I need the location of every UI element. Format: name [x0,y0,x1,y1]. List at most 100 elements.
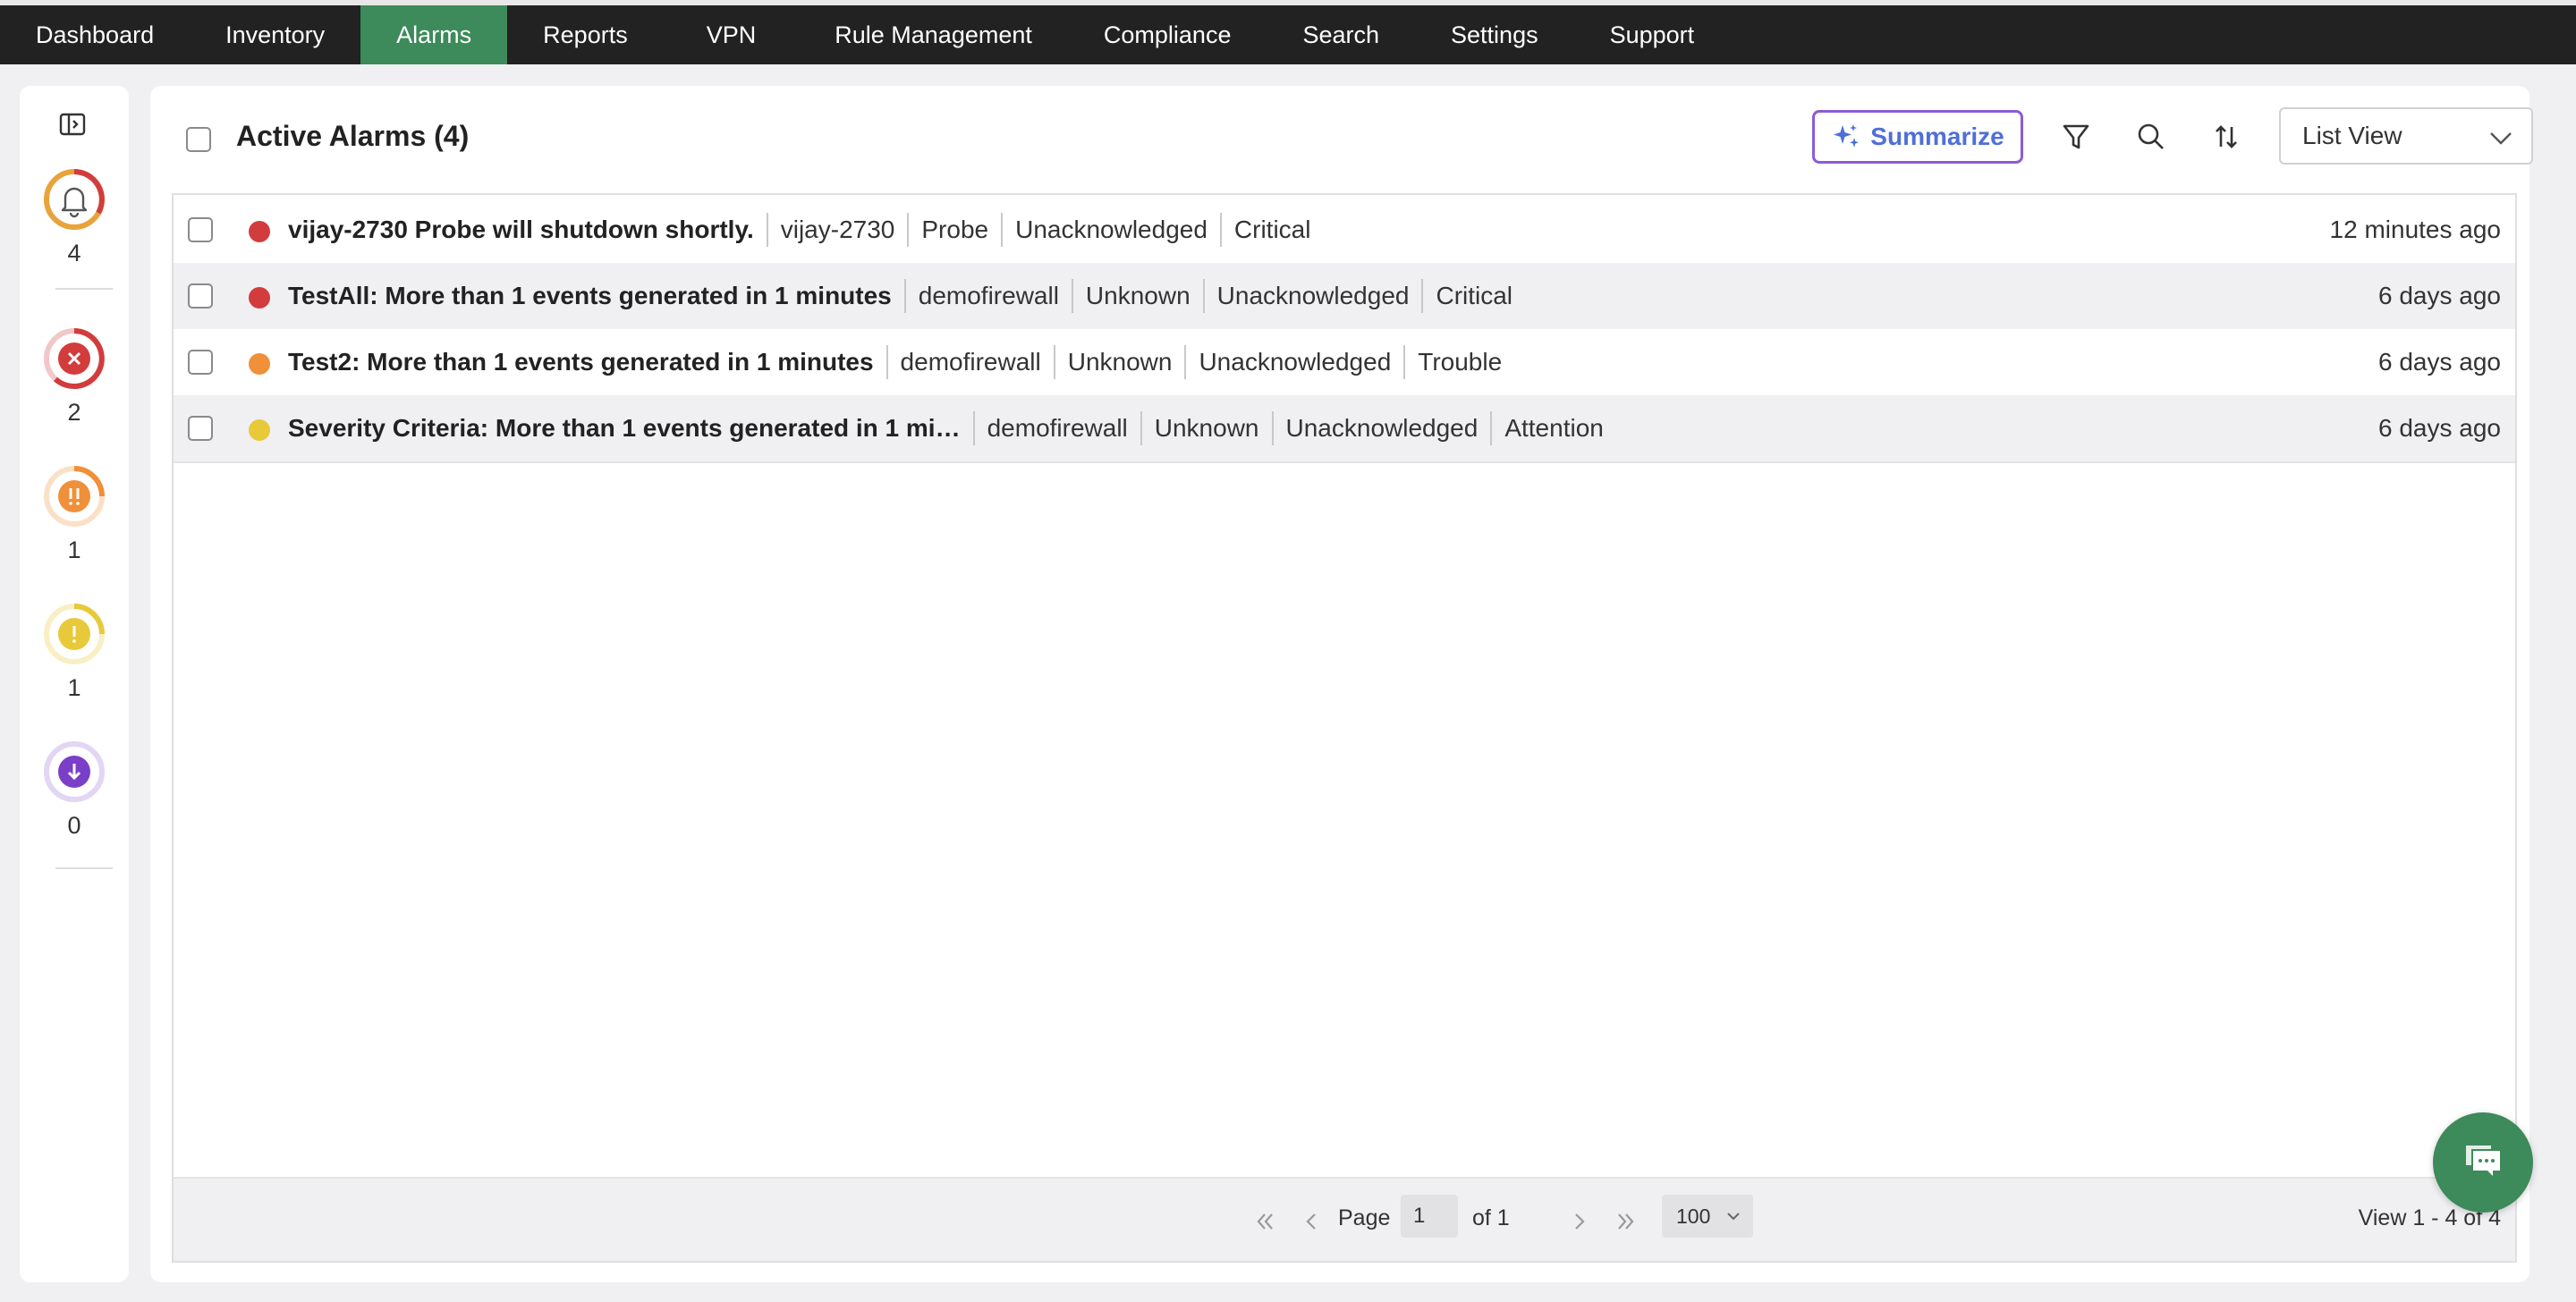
select-all-checkbox[interactable] [186,127,211,152]
chevron-down-icon [2490,132,2512,145]
row-checkbox[interactable] [188,350,213,375]
bell-icon [44,169,105,230]
nav-dashboard[interactable]: Dashboard [0,5,190,64]
alarm-status: Unacknowledged [1216,282,1410,309]
chat-button[interactable] [2433,1112,2533,1213]
alarm-severity: Trouble [1418,348,1503,376]
table-row[interactable]: Severity Criteria: More than 1 events ge… [174,395,2515,461]
table-row[interactable]: TestAll: More than 1 events generated in… [174,263,2515,329]
nav-rule-management[interactable]: Rule Management [799,5,1068,64]
sort-icon[interactable] [2209,120,2243,154]
alarm-time: 12 minutes ago [2329,216,2501,243]
next-page-icon[interactable] [1567,1209,1592,1234]
cell-separator [1053,345,1055,379]
alarm-status: Unacknowledged [1285,414,1479,442]
alarms-panel: Active Alarms (4) Summarize List View vi… [150,86,2533,1282]
page-size-value: 100 [1676,1204,1711,1228]
page-of-label: of 1 [1472,1205,1510,1230]
alarm-device: vijay-2730 [780,216,895,243]
severity-dot [249,419,270,441]
row-cells: vijay-2730 Probe will shutdown shortly. … [288,197,1310,263]
double-exclamation-icon [44,466,105,527]
cell-separator [903,279,906,313]
alarm-severity: Critical [1436,282,1513,309]
page-title: Active Alarms (4) [236,120,470,152]
row-checkbox[interactable] [188,217,213,242]
top-nav: Dashboard Inventory Alarms Reports VPN R… [0,0,2576,64]
chat-icon [2466,1146,2500,1176]
cell-separator [1184,345,1187,379]
last-page-icon[interactable] [1614,1209,1639,1234]
alarm-category: Unknown [1085,282,1191,309]
cell-separator [1403,345,1406,379]
nav-inventory[interactable]: Inventory [190,5,360,64]
row-checkbox[interactable] [188,416,213,441]
severity-count-trouble: 1 [67,537,81,563]
alarm-severity: Critical [1233,216,1311,243]
cell-separator [972,411,975,445]
nav-search[interactable]: Search [1267,5,1415,64]
alarm-time: 6 days ago [2378,414,2501,442]
row-cells: Test2: More than 1 events generated in 1… [288,329,1502,395]
filter-icon[interactable] [2059,120,2093,154]
row-cells: Severity Criteria: More than 1 events ge… [288,395,1604,461]
arrow-down-icon [44,741,105,802]
severity-count-critical: 2 [67,399,81,426]
table-divider [174,461,2515,463]
exclamation-icon [44,604,105,664]
severity-dot [249,353,270,375]
cell-separator [886,345,888,379]
cell-separator [1271,411,1274,445]
alarm-category: Probe [921,216,989,243]
alarm-table: vijay-2730 Probe will shutdown shortly. … [172,193,2517,1263]
nav-vpn[interactable]: VPN [664,5,800,64]
first-page-icon[interactable] [1252,1209,1277,1234]
view-select[interactable]: List View [2279,107,2533,165]
alarm-title[interactable]: vijay-2730 Probe will shutdown shortly. [288,216,754,244]
alarm-device: demofirewall [900,348,1041,376]
cell-separator [766,213,768,247]
alarm-title[interactable]: Test2: More than 1 events generated in 1… [288,348,874,376]
cell-separator [1140,411,1142,445]
x-circle-icon [44,328,105,389]
pagination-bar: Page of 1 100 View 1 - 4 of 4 [174,1177,2515,1261]
nav-support[interactable]: Support [1574,5,1731,64]
row-cells: TestAll: More than 1 events generated in… [288,263,1513,329]
severity-dot [249,221,270,242]
sparkle-icon [1834,124,1860,148]
cell-separator [1202,279,1205,313]
severity-count-service-down: 0 [67,812,81,839]
nav-settings[interactable]: Settings [1415,5,1574,64]
table-row[interactable]: vijay-2730 Probe will shutdown shortly. … [174,197,2515,263]
severity-sidebar: 4 2 1 1 0 [20,86,129,1282]
cell-separator [1219,213,1222,247]
alarm-time: 6 days ago [2378,348,2501,376]
page-number-input[interactable] [1401,1195,1458,1238]
row-checkbox[interactable] [188,283,213,309]
cell-separator [1071,279,1073,313]
nav-alarms[interactable]: Alarms [360,5,508,64]
page-label: Page [1338,1205,1391,1230]
cell-separator [1001,213,1004,247]
sidebar-toggle-icon[interactable] [59,113,86,136]
search-icon[interactable] [2134,120,2168,154]
alarm-device: demofirewall [918,282,1059,309]
alarm-title[interactable]: Severity Criteria: More than 1 events ge… [288,414,961,443]
summarize-label: Summarize [1870,123,2004,150]
sidebar-divider [55,288,113,290]
chevron-down-icon [1727,1213,1740,1221]
nav-compliance[interactable]: Compliance [1068,5,1267,64]
table-row[interactable]: Test2: More than 1 events generated in 1… [174,329,2515,395]
alarm-title[interactable]: TestAll: More than 1 events generated in… [288,282,892,310]
view-select-value: List View [2302,122,2402,149]
prev-page-icon[interactable] [1299,1209,1324,1234]
alarm-severity: Attention [1504,414,1604,442]
sidebar-divider [55,867,113,869]
summarize-button[interactable]: Summarize [1812,110,2023,164]
severity-count-all: 4 [67,240,81,266]
alarm-status: Unacknowledged [1015,216,1208,243]
alarm-time: 6 days ago [2378,282,2501,309]
page-size-select[interactable]: 100 [1662,1195,1753,1238]
severity-dot [249,287,270,309]
nav-reports[interactable]: Reports [507,5,664,64]
